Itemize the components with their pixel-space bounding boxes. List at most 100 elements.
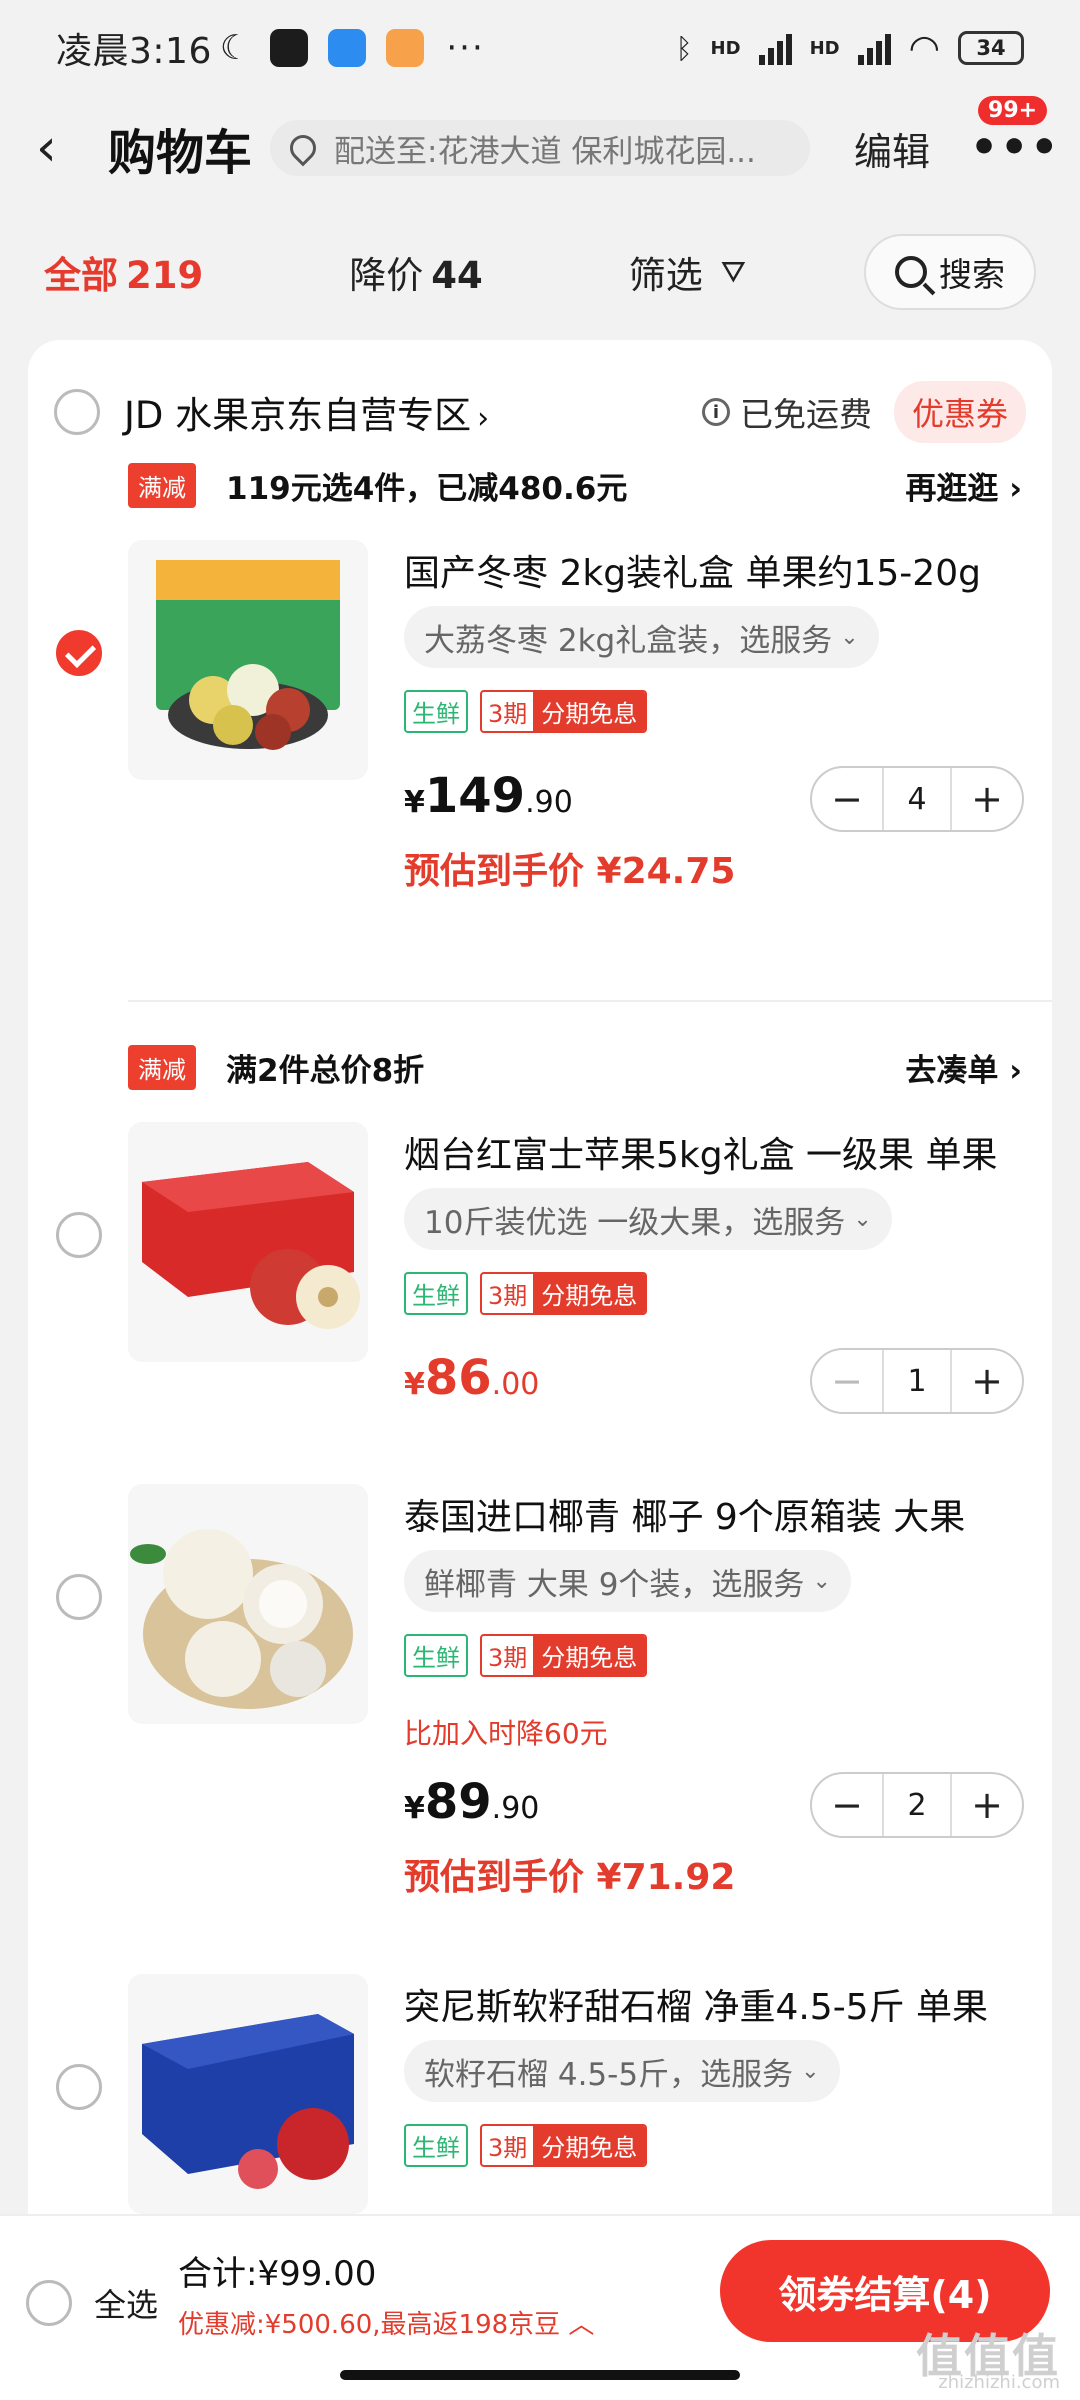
product-price: ¥89.90	[404, 1774, 539, 1830]
price-decimal: .90	[525, 785, 573, 820]
hd-label-1: HD	[710, 37, 741, 59]
location-pin-icon	[284, 129, 322, 167]
price-currency: ¥	[404, 785, 425, 820]
taobao-notification-icon	[386, 29, 425, 67]
page-title: 购物车	[108, 125, 253, 181]
funnel-icon: ⛛	[720, 254, 746, 290]
spec-text: 鲜椰青 大果 9个装，选服务	[424, 1566, 805, 1603]
product-title[interactable]: 国产冬枣 2kg装礼盒 单果约15-20g	[404, 544, 1024, 596]
product-title[interactable]: 泰国进口椰青 椰子 9个原箱装 大果	[404, 1488, 1024, 1540]
search-icon	[895, 256, 927, 288]
installment-tag: 3期 分期免息	[480, 2124, 648, 2167]
decrease-button[interactable]: −	[812, 1783, 882, 1827]
back-icon[interactable]: ‹	[36, 118, 92, 178]
moon-icon: ☾	[219, 28, 251, 68]
product-title[interactable]: 突尼斯软籽甜石榴 净重4.5-5斤 单果	[404, 1978, 1024, 2030]
spec-text: 软籽石榴 4.5-5斤，选服务	[424, 2056, 794, 2093]
price-integer: 89	[424, 1774, 492, 1830]
chevron-down-icon: ⌄	[801, 2058, 820, 2084]
promo-row: 满减 119元选4件，已减480.6元 再逛逛 ›	[128, 460, 1022, 510]
home-indicator[interactable]	[340, 2370, 740, 2380]
item-select-checkbox[interactable]	[56, 630, 102, 676]
spec-selector[interactable]: 软籽石榴 4.5-5斤，选服务 ⌄	[404, 2040, 840, 2102]
search-button[interactable]: 搜索	[864, 234, 1036, 310]
item-select-checkbox[interactable]	[56, 1574, 102, 1620]
more-menu-button[interactable]: ••• 99+	[970, 96, 1058, 178]
edit-button[interactable]: 编辑	[854, 121, 930, 176]
address-text: 配送至:花港大道 保利城花园...	[334, 133, 756, 170]
total-price: 合计:¥99.00	[178, 2254, 377, 2294]
product-title[interactable]: 烟台红富士苹果5kg礼盒 一级果 单果	[404, 1126, 1024, 1178]
fresh-tag: 生鲜	[404, 1634, 468, 1677]
product-image[interactable]	[128, 1122, 368, 1362]
promo-link[interactable]: 再逛逛 ›	[905, 463, 1022, 508]
product-tags: 生鲜 3期 分期免息	[404, 1634, 648, 1677]
search-label: 搜索	[939, 255, 1005, 294]
filter-button[interactable]: 筛选 ⛛	[629, 245, 746, 299]
product-image[interactable]	[128, 540, 368, 780]
fresh-tag: 生鲜	[404, 690, 468, 733]
address-selector[interactable]: 配送至:花港大道 保利城花园...	[270, 120, 811, 176]
cloud-notification-icon	[328, 29, 367, 67]
item-select-checkbox[interactable]	[56, 2064, 102, 2110]
quantity-value[interactable]: 1	[882, 1350, 952, 1412]
installment-period: 3期	[488, 1644, 528, 1672]
message-badge: 99+	[978, 96, 1048, 125]
estimated-price: 预估到手价 ¥24.75	[404, 851, 736, 892]
product-price: ¥86.00	[404, 1350, 539, 1406]
installment-free: 分期免息	[533, 692, 646, 731]
decrease-button[interactable]: −	[812, 1359, 882, 1403]
product-image[interactable]	[128, 1484, 368, 1724]
increase-button[interactable]: +	[952, 777, 1022, 821]
quantity-value[interactable]: 2	[882, 1774, 952, 1836]
quantity-stepper: − 4 +	[810, 766, 1024, 832]
promo-text: 满2件总价8折	[226, 1052, 425, 1089]
price-integer: 149	[424, 768, 526, 824]
discount-details[interactable]: 优惠减:¥500.60,最高返198京豆 ︿	[178, 2304, 594, 2341]
coupon-button[interactable]: 优惠券	[893, 381, 1026, 443]
tab-all-label: 全部	[44, 254, 118, 297]
spec-selector[interactable]: 鲜椰青 大果 9个装，选服务 ⌄	[404, 1550, 851, 1612]
store-select-checkbox[interactable]	[54, 389, 100, 435]
quantity-value[interactable]: 4	[882, 768, 952, 830]
battery-icon: 34	[958, 31, 1024, 65]
tiktok-notification-icon	[270, 29, 309, 67]
chevron-down-icon: ⌄	[840, 624, 859, 650]
tab-price-drop[interactable]: 降价 44	[349, 245, 483, 299]
product-image[interactable]	[128, 1974, 368, 2214]
installment-tag: 3期 分期免息	[480, 690, 648, 733]
spec-text: 10斤装优选 一级大果，选服务	[424, 1204, 846, 1241]
increase-button[interactable]: +	[952, 1359, 1022, 1403]
spec-selector[interactable]: 大荔冬枣 2kg礼盒装，选服务 ⌄	[404, 606, 879, 668]
select-all[interactable]: 全选	[26, 2280, 158, 2326]
status-right: ᛒ HD HD ◠ 34	[676, 28, 1024, 69]
item-select-checkbox[interactable]	[56, 1212, 102, 1258]
tab-all[interactable]: 全部 219	[44, 245, 203, 299]
product-tags: 生鲜 3期 分期免息	[404, 2124, 648, 2167]
quantity-stepper: − 2 +	[810, 1772, 1024, 1838]
coconut-image	[130, 1529, 353, 1709]
tab-price-drop-label: 降价	[349, 254, 424, 297]
select-all-checkbox[interactable]	[26, 2280, 72, 2326]
quantity-stepper: − 1 +	[810, 1348, 1024, 1414]
increase-button[interactable]: +	[952, 1783, 1022, 1827]
header: ‹ 购物车 配送至:花港大道 保利城花园... 编辑 ••• 99+	[0, 96, 1080, 200]
divider	[128, 1000, 1052, 1002]
more-notifications-icon: ···	[446, 28, 485, 68]
spec-selector[interactable]: 10斤装优选 一级大果，选服务 ⌄	[404, 1188, 892, 1250]
installment-free: 分期免息	[533, 1636, 646, 1675]
filter-bar: 全部 219 降价 44 筛选 ⛛ 搜索	[0, 224, 1080, 320]
store-header: JD 水果京东自营专区 › i 已免运费 优惠券	[54, 380, 1026, 444]
bluetooth-icon: ᛒ	[675, 31, 693, 65]
free-shipping-label: 已免运费	[739, 395, 872, 434]
info-icon: i	[701, 398, 730, 426]
store-name-link[interactable]: JD 水果京东自营专区 ›	[124, 385, 489, 439]
tab-price-drop-count: 44	[431, 254, 483, 297]
promo-link[interactable]: 去凑单 ›	[905, 1045, 1022, 1090]
pomegranate-box-image	[142, 2014, 354, 2189]
price-decimal: .90	[491, 1791, 540, 1826]
chevron-down-icon: ⌄	[812, 1568, 831, 1594]
decrease-button[interactable]: −	[812, 777, 882, 821]
free-shipping-info[interactable]: i 已免运费	[701, 388, 872, 436]
product-price: ¥149.90	[404, 768, 573, 824]
